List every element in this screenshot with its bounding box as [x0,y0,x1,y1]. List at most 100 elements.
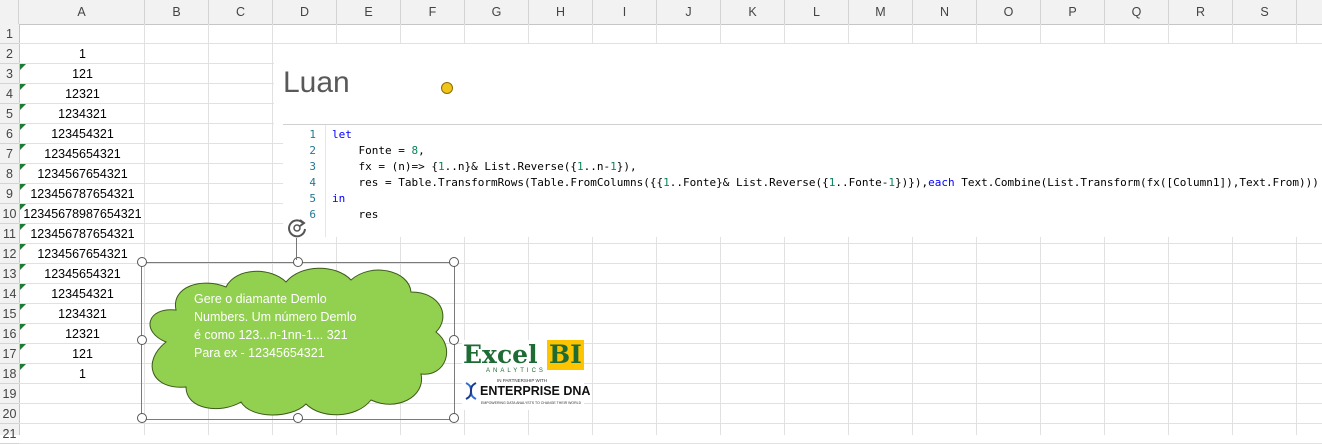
line-number: 2 [309,144,316,157]
resize-handle-left[interactable] [137,335,147,345]
cell-a2[interactable]: 1 [20,44,145,64]
row-header-2[interactable]: 2 [0,44,19,64]
code-line[interactable]: res [332,207,378,223]
column-header-r[interactable]: R [1169,0,1233,24]
column-header-g[interactable]: G [465,0,529,24]
logo-enterprise-dna-text: ENTERPRISE DNA [480,384,591,398]
logo-partnership-text: IN PARTNERSHIP WITH [497,378,548,383]
text-number-indicator-icon [20,324,26,330]
column-header-p[interactable]: P [1041,0,1105,24]
row-header-bar: 1 2 3 4 5 6 7 8 9 10 11 12 13 14 15 16 17 18 19 20 21 [0,24,20,444]
row-header-21[interactable]: 21 [0,424,19,444]
row-header-11[interactable]: 11 [0,224,19,244]
row-header-16[interactable]: 16 [0,324,19,344]
cell-a3[interactable]: 121 [20,64,145,84]
cell-a17[interactable]: 121 [20,344,145,364]
select-all-corner[interactable] [0,0,19,24]
row-gridline [19,243,1322,244]
row-header-19[interactable]: 19 [0,384,19,404]
cell-a13[interactable]: 12345654321 [20,264,145,284]
column-header-j[interactable]: J [657,0,721,24]
cell-a16[interactable]: 12321 [20,324,145,344]
cell-a18[interactable]: 1 [20,364,145,384]
column-header-i[interactable]: I [593,0,657,24]
column-header-c[interactable]: C [209,0,273,24]
column-header-a[interactable]: A [19,0,145,24]
dna-icon [465,382,477,400]
column-header-n[interactable]: N [913,0,977,24]
column-header-h[interactable]: H [529,0,593,24]
text-number-indicator-icon [20,284,26,290]
cell-a6[interactable]: 123454321 [20,124,145,144]
row-header-9[interactable]: 9 [0,184,19,204]
text-number-indicator-icon [20,264,26,270]
line-number: 3 [309,160,316,173]
code-line[interactable]: res = Table.TransformRows(Table.FromColu… [332,175,1318,191]
code-block[interactable]: 123456 let Fonte = 8, fx = (n)=> {1..n}&… [283,124,1322,237]
column-header-f[interactable]: F [401,0,465,24]
column-header-e[interactable]: E [337,0,401,24]
cell-a15[interactable]: 1234321 [20,304,145,324]
cell-a4[interactable]: 12321 [20,84,145,104]
text-number-indicator-icon [20,344,26,350]
line-number: 1 [309,128,316,141]
column-header-q[interactable]: Q [1105,0,1169,24]
cell-a9[interactable]: 123456787654321 [20,184,145,204]
row-header-1[interactable]: 1 [0,24,19,44]
column-header-l[interactable]: L [785,0,849,24]
row-header-4[interactable]: 4 [0,84,19,104]
column-header-b[interactable]: B [145,0,209,24]
logo-excel-text: Excel [463,340,538,369]
cell-a14[interactable]: 123454321 [20,284,145,304]
row-header-6[interactable]: 6 [0,124,19,144]
row-header-10[interactable]: 10 [0,204,19,224]
row-header-7[interactable]: 7 [0,144,19,164]
row-header-5[interactable]: 5 [0,104,19,124]
row-header-18[interactable]: 18 [0,364,19,384]
row-header-3[interactable]: 3 [0,64,19,84]
line-number: 5 [309,192,316,205]
text-number-indicator-icon [20,144,26,150]
column-header-k[interactable]: K [721,0,785,24]
logo-tagline-text: EMPOWERING DATA ANALYSTS TO CHANGE THEIR… [481,401,582,405]
resize-handle-bottom-right[interactable] [449,413,459,423]
resize-handle-top[interactable] [293,257,303,267]
row-header-13[interactable]: 13 [0,264,19,284]
row-gridline [19,423,1322,424]
code-line[interactable]: fx = (n)=> {1..n}& List.Reverse({1..n-1}… [332,159,636,175]
code-line[interactable]: Fonte = 8, [332,143,424,159]
column-header-s[interactable]: S [1233,0,1297,24]
resize-handle-bottom-left[interactable] [137,413,147,423]
row-header-12[interactable]: 12 [0,244,19,264]
text-number-indicator-icon [20,364,26,370]
column-header-o[interactable]: O [977,0,1041,24]
column-header-m[interactable]: M [849,0,913,24]
shape-selection-box [141,262,455,420]
column-header-bar: ABCDEFGHIJKLMNOPQRS [0,0,1322,25]
cell-a10[interactable]: 12345678987654321 [20,204,145,224]
text-number-indicator-icon [20,184,26,190]
resize-handle-bottom[interactable] [293,413,303,423]
text-number-indicator-icon [20,84,26,90]
row-header-8[interactable]: 8 [0,164,19,184]
resize-handle-right[interactable] [449,335,459,345]
row-header-14[interactable]: 14 [0,284,19,304]
code-line[interactable]: in [332,191,345,207]
resize-handle-top-right[interactable] [449,257,459,267]
text-number-indicator-icon [20,204,26,210]
row-header-15[interactable]: 15 [0,304,19,324]
cell-a5[interactable]: 1234321 [20,104,145,124]
sheet-title[interactable]: Luan [283,66,350,100]
row-header-17[interactable]: 17 [0,344,19,364]
resize-handle-top-left[interactable] [137,257,147,267]
rotate-handle-icon[interactable] [285,216,309,240]
cell-a7[interactable]: 12345654321 [20,144,145,164]
shape-adjust-handle[interactable] [441,82,453,94]
cell-a12[interactable]: 1234567654321 [20,244,145,264]
cell-a11[interactable]: 123456787654321 [20,224,145,244]
cell-a8[interactable]: 1234567654321 [20,164,145,184]
text-number-indicator-icon [20,164,26,170]
column-header-d[interactable]: D [273,0,337,24]
code-line[interactable]: let [332,127,352,143]
row-header-20[interactable]: 20 [0,404,19,424]
